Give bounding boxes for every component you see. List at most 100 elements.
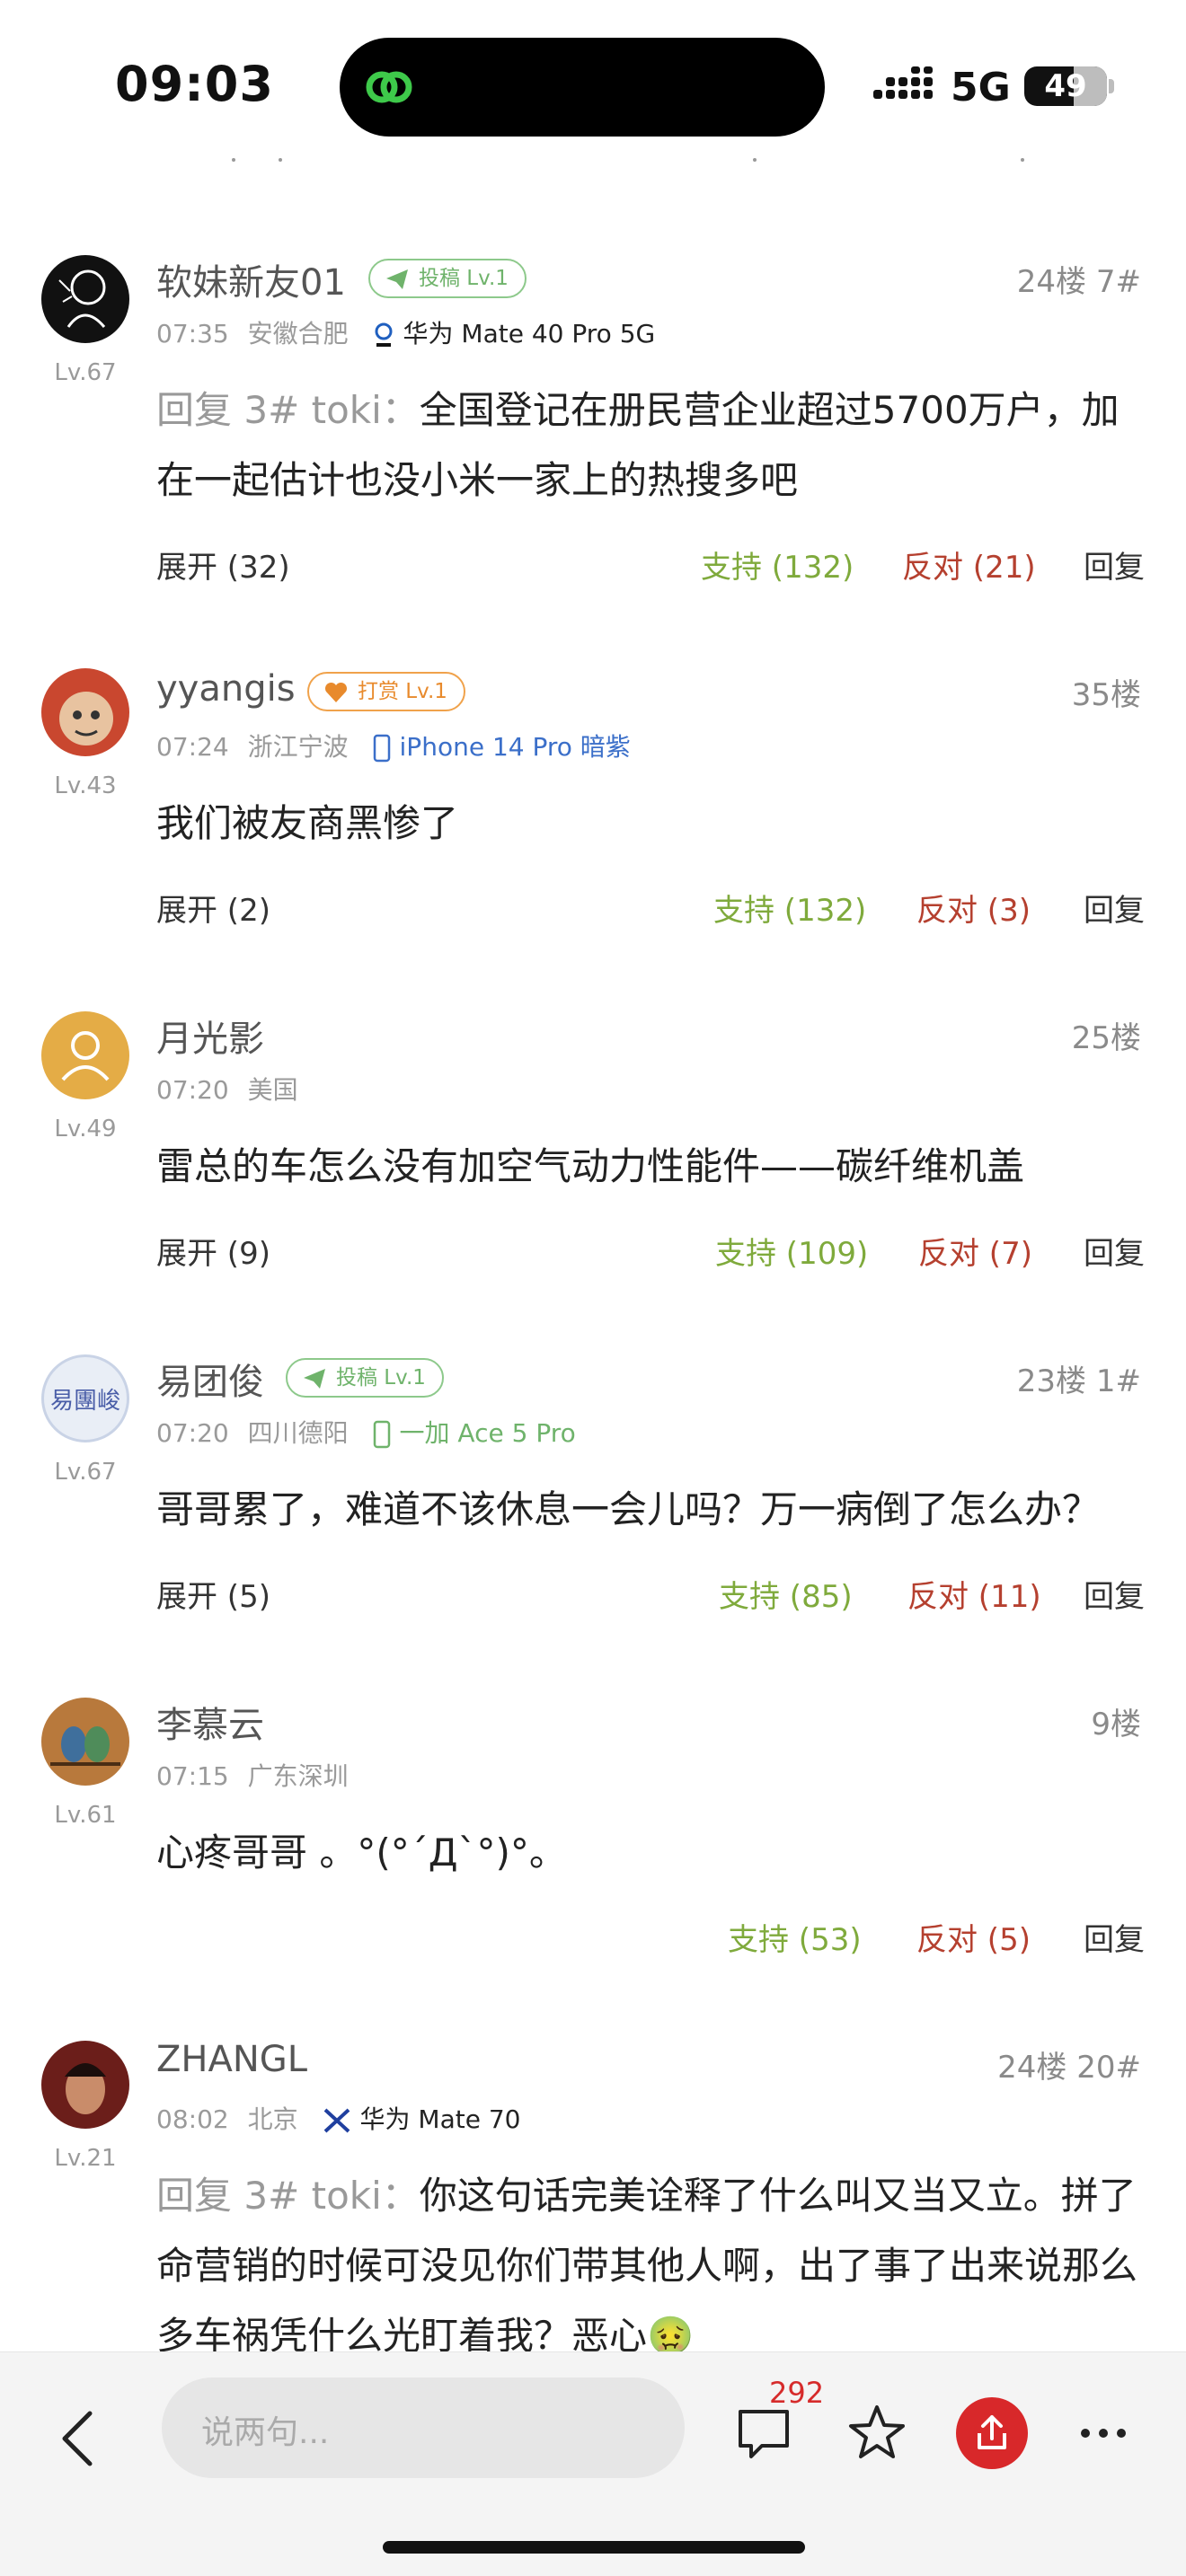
floor-number: 23楼 1#	[1016, 1363, 1141, 1399]
comment-location: 四川德阳	[247, 1418, 349, 1448]
comment-location: 美国	[247, 1075, 298, 1105]
comment-meta: 07:20 美国	[156, 1071, 298, 1107]
comment-actions: 展开 (2) 支持 (132) 反对 (3) 回复	[156, 886, 1145, 931]
comment-location: 浙江宁波	[247, 732, 349, 762]
birds-avatar-icon	[50, 1726, 120, 1766]
device-name: 华为 Mate 70	[359, 2104, 521, 2134]
comment-meta: 07:15 广东深圳	[156, 1757, 349, 1793]
username[interactable]: 软妹新友01	[156, 253, 346, 305]
username[interactable]: 月光影	[156, 1010, 264, 1062]
oppose-button[interactable]: 反对 (21)	[902, 543, 1036, 587]
reply-button[interactable]: 回复	[1084, 886, 1145, 930]
support-button[interactable]: 支持 (132)	[701, 543, 854, 587]
battery-icon: 49	[1024, 66, 1107, 106]
comment-input-placeholder: 说两句...	[201, 2414, 330, 2451]
avatar[interactable]	[41, 1698, 129, 1786]
back-arrow-icon[interactable]	[59, 2410, 95, 2467]
comment-text: 雷总的车怎么没有加空气动力性能件——碳纤维机盖	[156, 1144, 1025, 1188]
scroll-hint-dot	[753, 158, 757, 162]
avatar[interactable]	[41, 2041, 129, 2129]
comment-location: 北京	[247, 2104, 298, 2134]
network-type: 5G	[951, 65, 1011, 110]
status-time: 09:03	[115, 56, 274, 112]
battery-level: 49	[1044, 68, 1087, 104]
support-button[interactable]: 支持 (109)	[715, 1229, 868, 1273]
comment-actions: 展开 (32) 支持 (132) 反对 (21) 回复	[156, 543, 1145, 587]
support-button[interactable]: 支持 (85)	[719, 1572, 853, 1616]
expand-replies-button[interactable]: 展开 (5)	[156, 1572, 270, 1616]
status-bar: 09:03 5G 49	[0, 0, 1186, 171]
comment-time: 08:02	[156, 2104, 229, 2134]
cellular-signal-icon	[873, 66, 933, 99]
paper-plane-icon	[304, 1369, 325, 1389]
scroll-hint-dot	[232, 158, 235, 162]
user-level: Lv.61	[54, 1802, 117, 1829]
support-button[interactable]: 支持 (132)	[713, 886, 866, 930]
more-options-icon[interactable]	[1078, 2424, 1128, 2442]
comment-actions: 展开 (9) 支持 (109) 反对 (7) 回复	[156, 1229, 1145, 1274]
share-button[interactable]	[956, 2397, 1028, 2469]
user-level: Lv.43	[54, 772, 117, 799]
favorite-star-icon[interactable]	[846, 2403, 907, 2464]
portrait-avatar-icon	[65, 2063, 106, 2114]
device-name: iPhone 14 Pro 暗紫	[399, 732, 631, 762]
username[interactable]: 李慕云	[156, 1696, 264, 1748]
avatar[interactable]	[41, 1011, 129, 1099]
share-icon	[978, 2415, 1006, 2449]
floor-number: 24楼 20#	[997, 2050, 1141, 2086]
floor-number: 35楼	[1071, 677, 1141, 713]
username[interactable]: yyangis	[156, 668, 296, 710]
avatar-face-icon	[59, 692, 113, 745]
reply-button[interactable]: 回复	[1084, 1229, 1145, 1273]
comment-time: 07:20	[156, 1075, 229, 1105]
device-name: 华为 Mate 40 Pro 5G	[403, 319, 656, 348]
user-level: Lv.21	[54, 2145, 117, 2172]
user-badge: 投稿 Lv.1	[286, 1358, 444, 1398]
comment-input[interactable]: 说两句...	[162, 2378, 685, 2478]
user-level: Lv.49	[54, 1116, 117, 1142]
user-level: Lv.67	[54, 1459, 117, 1486]
support-button[interactable]: 支持 (53)	[728, 1915, 862, 1959]
comment-actions: 支持 (53) 反对 (5) 回复	[156, 1915, 1145, 1960]
paper-plane-icon	[386, 269, 408, 289]
user-badge: 投稿 Lv.1	[368, 259, 527, 298]
avatar[interactable]	[41, 255, 129, 343]
user-level: Lv.67	[54, 359, 117, 386]
bottom-action-bar: 说两句... 292	[0, 2351, 1186, 2576]
scroll-hint-dot	[279, 158, 282, 162]
floor-number: 9楼	[1091, 1707, 1141, 1742]
avatar[interactable]: 易團峻	[41, 1354, 129, 1442]
dynamic-island	[340, 38, 825, 137]
expand-replies-button[interactable]: 展开 (2)	[156, 886, 270, 930]
username[interactable]: ZHANGL	[156, 2039, 307, 2080]
expand-replies-button[interactable]: 展开 (9)	[156, 1229, 270, 1273]
comment-text: 我们被友商黑惨了	[156, 801, 459, 845]
comment-time: 07:15	[156, 1761, 229, 1791]
oppose-button[interactable]: 反对 (7)	[918, 1229, 1032, 1273]
phone-icon	[373, 1420, 390, 1449]
oppose-button[interactable]: 反对 (5)	[916, 1915, 1031, 1959]
comment-time: 07:35	[156, 319, 229, 348]
oppose-button[interactable]: 反对 (3)	[916, 886, 1031, 930]
reply-button[interactable]: 回复	[1084, 1572, 1145, 1616]
avatar-seal-text: 易團峻	[49, 1388, 120, 1415]
expand-replies-button[interactable]: 展开 (32)	[156, 543, 290, 587]
floor-number: 25楼	[1071, 1020, 1141, 1056]
comment-bubble-icon[interactable]	[735, 2404, 792, 2462]
avatar[interactable]	[41, 668, 129, 756]
home-indicator[interactable]	[383, 2541, 805, 2554]
device-name: 一加 Ace 5 Pro	[399, 1418, 576, 1448]
battery-cap	[1109, 79, 1114, 93]
reply-prefix: 回复 3# toki：	[156, 388, 420, 432]
oppose-button[interactable]: 反对 (11)	[907, 1572, 1041, 1616]
avatar-sketch-icon	[58, 269, 106, 328]
default-avatar-icon	[61, 1031, 110, 1081]
comment-time: 07:24	[156, 732, 229, 762]
comment-location: 安徽合肥	[247, 319, 349, 348]
comment-text: 回复 3# toki：全国登记在册民营企业超过5700万户，加在一起估计也没小米…	[156, 388, 1120, 502]
reply-button[interactable]: 回复	[1084, 543, 1145, 587]
comment-actions: 展开 (5) 支持 (85) 反对 (11) 回复	[156, 1572, 1145, 1617]
reply-button[interactable]: 回复	[1084, 1915, 1145, 1959]
username[interactable]: 易团俊	[156, 1353, 264, 1405]
comment-text: 哥哥累了，难道不该休息一会儿吗？万一病倒了怎么办？	[156, 1487, 1101, 1531]
